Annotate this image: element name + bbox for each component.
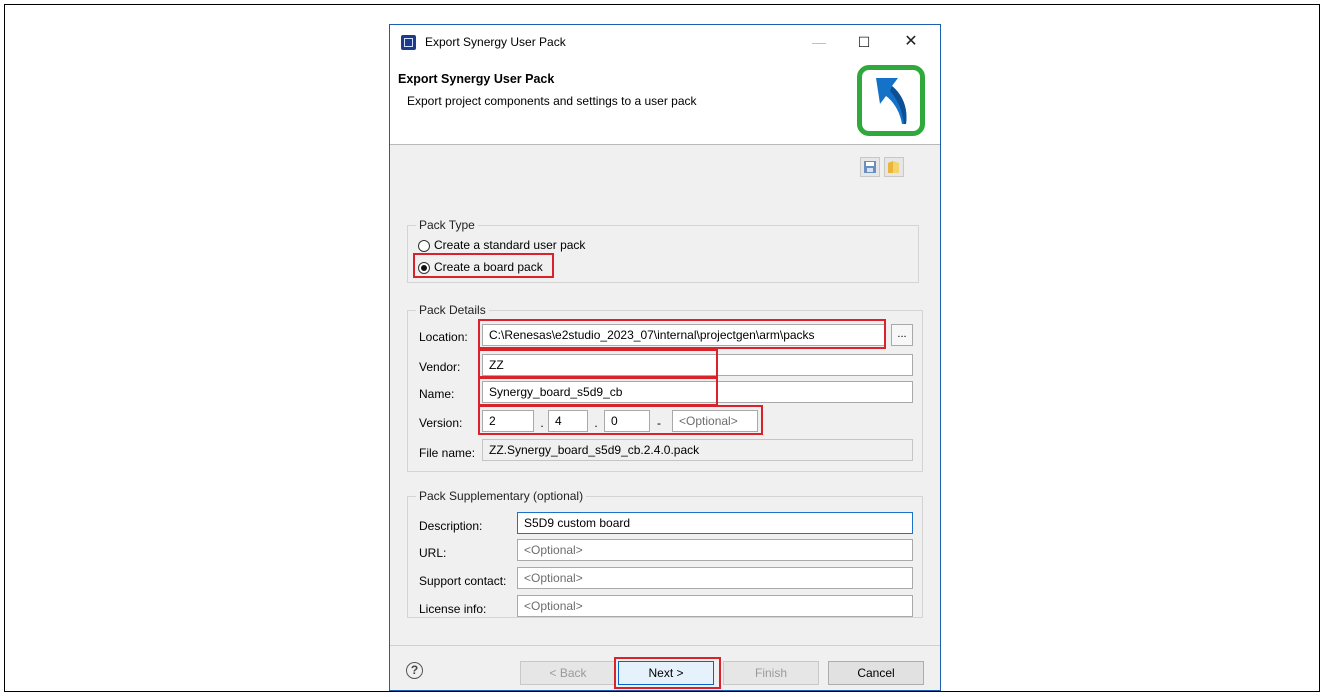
support-contact-label: Support contact: [419, 574, 507, 588]
version-patch-field[interactable]: 0 [604, 410, 650, 432]
radio-board-pack-label: Create a board pack [434, 260, 543, 274]
footer-separator [390, 645, 940, 646]
cancel-button[interactable]: Cancel [828, 661, 924, 685]
radio-board-pack[interactable] [418, 262, 430, 274]
pack-details-title: Pack Details [416, 303, 489, 317]
page-subtitle: Export project components and settings t… [407, 94, 697, 108]
window-title: Export Synergy User Pack [425, 35, 566, 49]
license-info-field[interactable]: <Optional> [517, 595, 913, 617]
description-label: Description: [419, 519, 483, 533]
version-label: Version: [419, 416, 463, 430]
version-dot-1: . [540, 416, 544, 430]
pack-type-group: Pack Type [407, 218, 919, 283]
vendor-label: Vendor: [419, 360, 461, 374]
radio-standard-pack-label: Create a standard user pack [434, 238, 586, 252]
pack-supplementary-title: Pack Supplementary (optional) [416, 489, 587, 503]
name-label: Name: [419, 387, 455, 401]
close-button[interactable]: ✕ [894, 30, 928, 54]
radio-standard-pack[interactable] [418, 240, 430, 252]
filename-label: File name: [419, 446, 476, 460]
back-button[interactable]: < Back [520, 661, 616, 685]
finish-button[interactable]: Finish [723, 661, 819, 685]
support-contact-field[interactable]: <Optional> [517, 567, 913, 589]
version-major-field[interactable]: 2 [482, 410, 534, 432]
version-dash: - [657, 416, 661, 430]
version-minor-field[interactable]: 4 [548, 410, 588, 432]
name-field[interactable]: Synergy_board_s5d9_cb [482, 381, 913, 403]
maximize-button[interactable]: ☐ [847, 30, 881, 54]
help-icon[interactable]: ? [406, 662, 423, 679]
save-icon[interactable] [860, 157, 880, 177]
page-title: Export Synergy User Pack [398, 72, 555, 86]
wizard-header: Export Synergy User Pack Export project … [390, 60, 940, 145]
export-arrow-icon [857, 65, 925, 136]
version-suffix-field[interactable]: <Optional> [672, 410, 758, 432]
wizard-content: Pack Type Create a standard user pack Cr… [390, 145, 940, 665]
chip-icon [401, 35, 416, 50]
version-dot-2: . [594, 416, 598, 430]
title-bar: Export Synergy User Pack — ☐ ✕ [390, 25, 940, 60]
location-label: Location: [419, 330, 468, 344]
export-dialog: Export Synergy User Pack — ☐ ✕ Export Sy… [389, 24, 941, 691]
url-label: URL: [419, 546, 447, 560]
browse-button[interactable]: ... [891, 324, 913, 346]
pack-type-title: Pack Type [416, 218, 478, 232]
vendor-field[interactable]: ZZ [482, 354, 913, 376]
next-button[interactable]: Next > [618, 661, 714, 685]
location-field[interactable]: C:\Renesas\e2studio_2023_07\internal\pro… [482, 324, 885, 346]
description-field[interactable]: S5D9 custom board [517, 512, 913, 534]
open-folder-icon[interactable] [884, 157, 904, 177]
minimize-button[interactable]: — [802, 30, 836, 54]
url-field[interactable]: <Optional> [517, 539, 913, 561]
filename-field: ZZ.Synergy_board_s5d9_cb.2.4.0.pack [482, 439, 913, 461]
license-info-label: License info: [419, 602, 487, 616]
